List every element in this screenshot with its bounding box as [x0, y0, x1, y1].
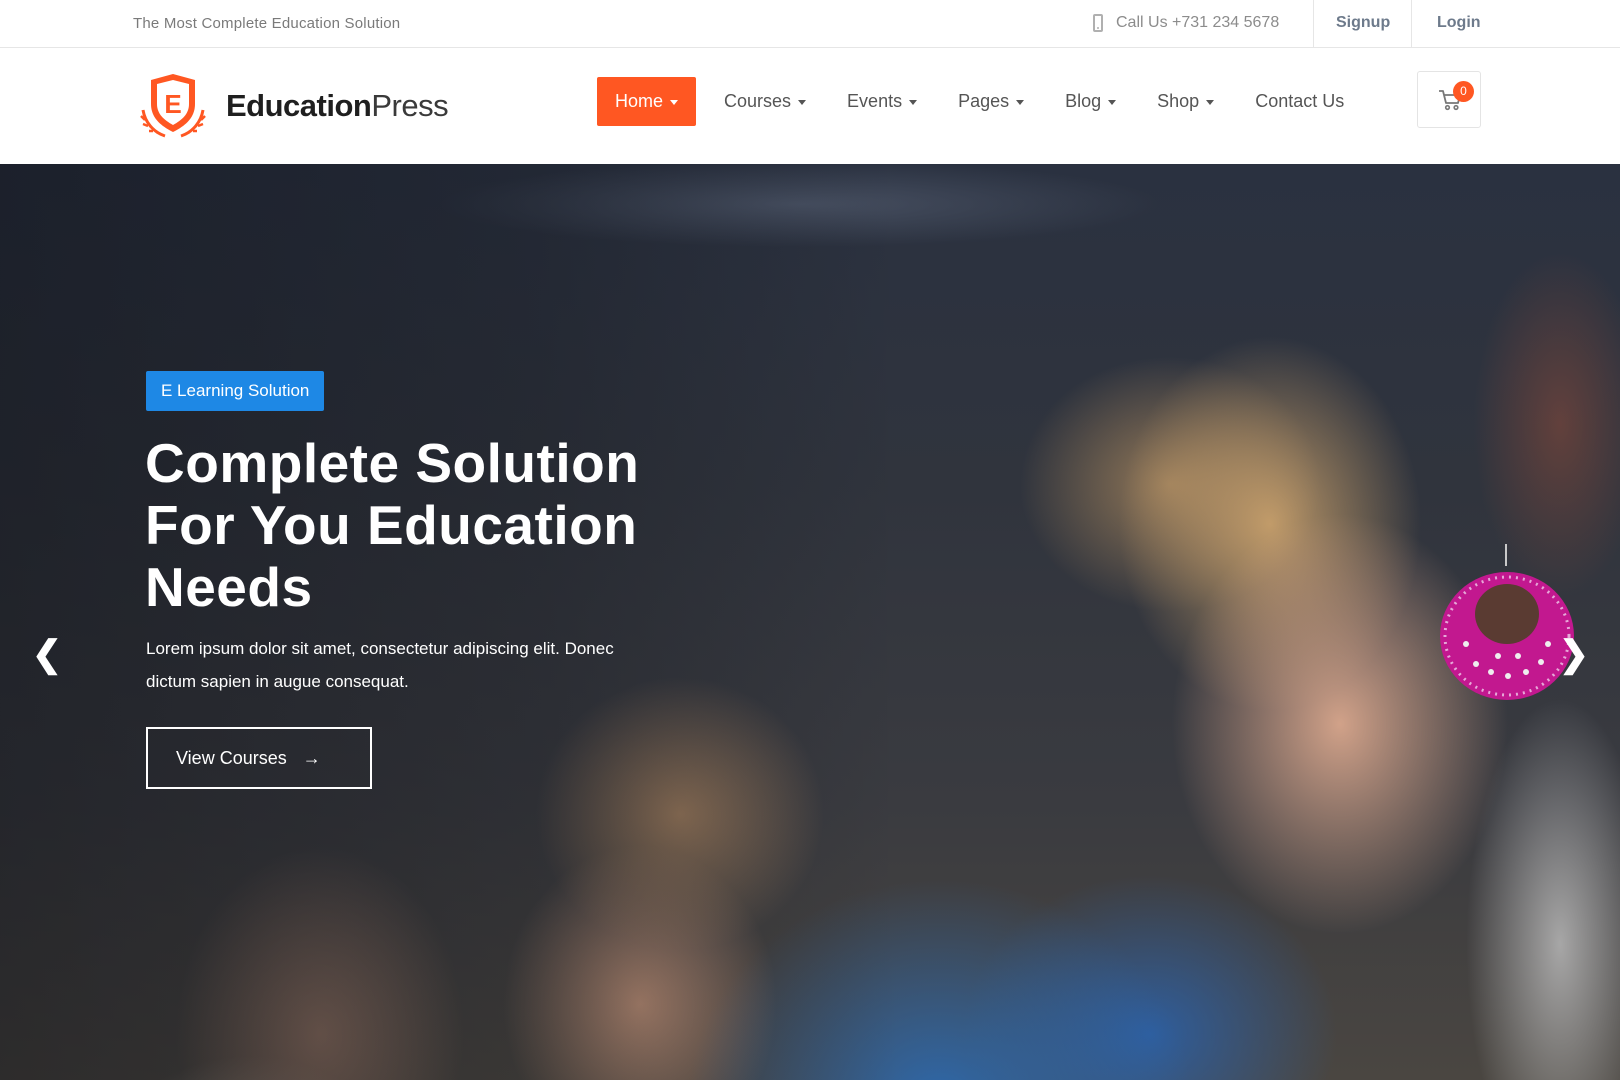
nav-item-pages[interactable]: Pages [940, 77, 1042, 126]
nav-label: Courses [724, 91, 792, 111]
nav-item-events[interactable]: Events [829, 77, 935, 126]
main-header: E EducationPress Home Courses Events Pag… [0, 48, 1620, 164]
brand-light: Press [371, 88, 449, 123]
view-courses-button[interactable]: View Courses → [146, 727, 372, 789]
hero-title: Complete Solution For You Education Need… [145, 432, 765, 618]
nav-item-home[interactable]: Home [597, 77, 697, 126]
nav-label: Contact Us [1255, 91, 1345, 111]
nav-item-shop[interactable]: Shop [1139, 77, 1232, 126]
caret-down-icon [1108, 100, 1117, 105]
nav-item-courses[interactable]: Courses [706, 77, 824, 126]
call-us[interactable]: Call Us +731 234 5678 [1093, 11, 1279, 35]
hero-slider: E Learning Solution Complete Solution Fo… [0, 164, 1620, 1080]
logo-letter: E [164, 89, 181, 119]
nav-label: Pages [958, 91, 1010, 111]
shield-logo-icon: E [140, 74, 206, 138]
top-bar: The Most Complete Education Solution Cal… [0, 0, 1620, 48]
chevron-left-icon: ❮ [31, 633, 63, 674]
hero-description: Lorem ipsum dolor sit amet, consectetur … [146, 632, 706, 698]
nav-item-contact[interactable]: Contact Us [1237, 77, 1362, 126]
divider [1411, 0, 1412, 48]
chevron-right-icon: ❯ [1558, 633, 1590, 674]
main-nav: Home Courses Events Pages Blog Shop Cont… [597, 77, 1367, 126]
nav-item-blog[interactable]: Blog [1047, 77, 1134, 126]
brand-bold: Education [226, 88, 372, 123]
caret-down-icon [909, 100, 918, 105]
nav-label: Blog [1065, 91, 1102, 111]
nav-label: Home [615, 91, 664, 111]
cart-button[interactable]: 0 [1417, 71, 1481, 128]
hero-overlay [0, 164, 900, 1080]
phone-icon [1093, 14, 1103, 32]
nav-label: Shop [1157, 91, 1200, 111]
nav-label: Events [847, 91, 903, 111]
caret-down-icon [1016, 100, 1025, 105]
brand-name: EducationPress [226, 88, 449, 124]
divider [1313, 0, 1314, 48]
hero-badge: E Learning Solution [146, 371, 325, 411]
caret-down-icon [1206, 100, 1215, 105]
earring-image [1440, 544, 1574, 700]
view-courses-label: View Courses [176, 747, 287, 768]
caret-down-icon [670, 100, 679, 105]
site-tagline: The Most Complete Education Solution [133, 15, 401, 32]
hero-title-line: Complete Solution [145, 432, 640, 494]
cart-count-badge: 0 [1453, 81, 1474, 102]
hero-title-line: Needs [145, 556, 313, 618]
login-link[interactable]: Login [1437, 14, 1481, 32]
hero-description-line: Lorem ipsum dolor sit amet, consectetur … [146, 639, 614, 658]
slider-next-button[interactable]: ❯ [1554, 633, 1594, 674]
arrow-right-icon: → [302, 747, 321, 768]
call-us-text: Call Us +731 234 5678 [1116, 14, 1280, 31]
site-logo[interactable]: E EducationPress [133, 70, 449, 142]
slider-prev-button[interactable]: ❮ [27, 633, 67, 674]
caret-down-icon [798, 100, 807, 105]
hero-description-line: dictum sapien in augue consequat. [146, 672, 409, 691]
signup-link[interactable]: Signup [1336, 14, 1390, 32]
hero-title-line: For You Education [145, 494, 638, 556]
